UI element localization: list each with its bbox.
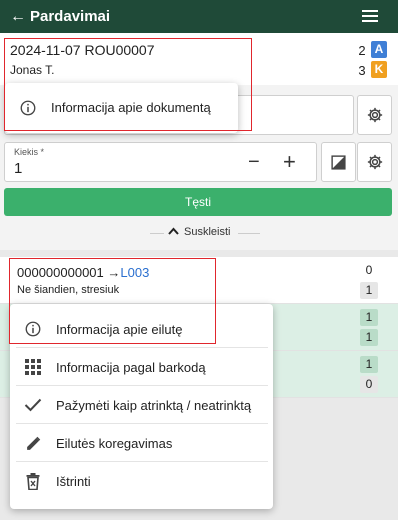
menu-item-label: Pažymėti kaip atrinktą / neatrinktą <box>56 397 252 413</box>
quantity-value: 1 <box>14 160 23 177</box>
menu-item-document-info[interactable]: Informacija apie dokumentą <box>11 89 232 126</box>
arrow-icon: → <box>107 265 121 280</box>
quantity-field[interactable]: Kiekis * 1 − + <box>4 142 317 182</box>
badge-a: A <box>371 41 387 58</box>
menu-item-delete[interactable]: Ištrinti <box>16 463 268 500</box>
grid-icon <box>20 359 46 375</box>
decrement-button[interactable]: − <box>248 151 260 174</box>
continue-button[interactable]: Tęsti <box>4 188 392 216</box>
item-description: Ne šiandien, stresiuk <box>17 284 120 296</box>
settings-button-2[interactable] <box>357 142 392 182</box>
quantity-label: Kiekis * <box>14 147 45 157</box>
item-value-top: 0 <box>365 263 373 277</box>
info-circle-icon <box>15 99 41 117</box>
document-context-menu: Informacija apie dokumentą <box>5 83 238 133</box>
info-circle-icon <box>20 320 46 338</box>
checkmark-icon <box>20 398 46 412</box>
divider <box>150 233 164 234</box>
hamburger-menu-icon[interactable] <box>362 10 378 22</box>
item-value-bottom: 0 <box>360 376 378 393</box>
chevron-up-icon <box>168 227 179 235</box>
divider <box>238 233 260 234</box>
item-value-top: 1 <box>360 356 378 373</box>
item-value-bottom: 1 <box>360 282 378 299</box>
settings-button-1[interactable] <box>357 95 392 135</box>
menu-item-barcode-info[interactable]: Informacija pagal barkodą <box>16 349 268 386</box>
document-title: 2024-11-07 ROU00007 <box>10 42 155 58</box>
item-code-line: 000000000001 →L003 <box>17 265 149 280</box>
menu-item-label: Informacija pagal barkodą <box>56 359 206 375</box>
app-header: ← Pardavimai <box>0 0 398 33</box>
item-value-bottom: 1 <box>360 329 378 346</box>
collapse-label: Suskleisti <box>184 226 231 238</box>
list-item[interactable]: 000000000001 →L003 Ne šiandien, stresiuk… <box>0 257 398 304</box>
gear-icon <box>367 107 382 123</box>
count-a: 2 <box>358 43 366 58</box>
trash-icon <box>20 473 46 490</box>
gear-icon <box>367 154 382 170</box>
menu-item-label: Ištrinti <box>56 474 91 489</box>
pencil-icon <box>20 435 46 452</box>
menu-item-label: Informacija apie eilutę <box>56 321 183 337</box>
image-icon <box>331 154 346 170</box>
document-user: Jonas T. <box>10 63 55 77</box>
menu-item-edit-row[interactable]: Eilutės koregavimas <box>16 425 268 462</box>
document-header[interactable]: 2024-11-07 ROU00007 Jonas T. 2 A 3 K <box>0 33 398 85</box>
menu-item-label: Eilutės koregavimas <box>56 435 173 451</box>
menu-item-mark-picked[interactable]: Pažymėti kaip atrinktą / neatrinktą <box>16 387 268 424</box>
count-k: 3 <box>358 63 366 78</box>
back-arrow-icon[interactable]: ← <box>10 8 26 25</box>
location-link[interactable]: L003 <box>120 265 149 280</box>
item-value-top: 1 <box>360 309 378 326</box>
item-code: 000000000001 <box>17 265 104 280</box>
badge-k: K <box>371 61 387 78</box>
image-button[interactable] <box>321 142 356 182</box>
page-title: Pardavimai <box>30 8 111 25</box>
menu-item-label: Informacija apie dokumentą <box>51 100 211 115</box>
collapse-toggle[interactable]: Suskleisti <box>0 223 398 243</box>
increment-button[interactable]: + <box>283 149 296 175</box>
row-context-menu: Informacija apie eilutę Informacija paga… <box>10 304 273 509</box>
menu-item-row-info[interactable]: Informacija apie eilutę <box>16 311 268 348</box>
